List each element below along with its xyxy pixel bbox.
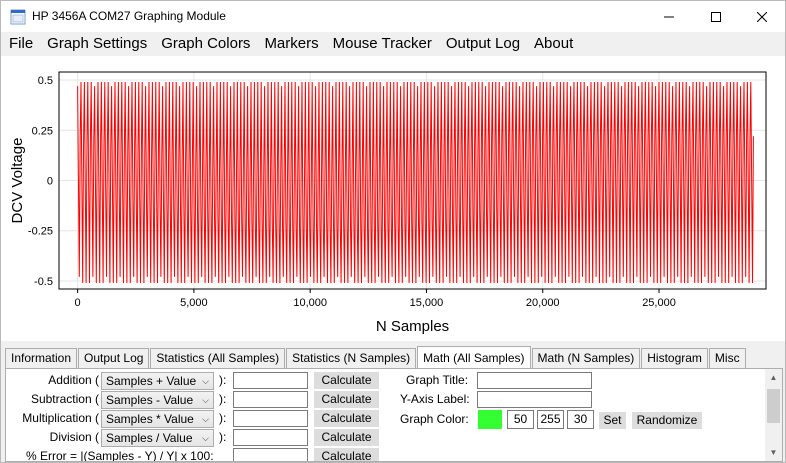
window-title: HP 3456A COM27 Graphing Module [32, 9, 226, 23]
title-bar: HP 3456A COM27 Graphing Module [1, 1, 785, 32]
division-label: Division ( [49, 430, 99, 444]
menu-graph-colors[interactable]: Graph Colors [156, 32, 255, 56]
multiplication-value-input[interactable] [233, 410, 308, 427]
graph-color-swatch[interactable] [478, 410, 502, 429]
menu-file[interactable]: File [4, 32, 38, 56]
menu-mouse-tracker[interactable]: Mouse Tracker [328, 32, 437, 56]
addition-combo-value: Samples + Value [106, 374, 197, 388]
multiplication-calculate-button[interactable]: Calculate [314, 410, 379, 427]
percent-error-calculate-button[interactable]: Calculate [314, 448, 379, 461]
x-tick-label: 15,000 [410, 297, 444, 309]
addition-combo[interactable]: Samples + Value ⌵ [101, 372, 214, 390]
subtraction-value-input[interactable] [233, 391, 308, 408]
subtraction-combo[interactable]: Samples - Value ⌵ [101, 391, 214, 409]
multiplication-label: Multiplication ( [22, 411, 99, 425]
menu-markers[interactable]: Markers [259, 32, 323, 56]
red-value-input[interactable]: 50 [507, 410, 534, 429]
scroll-down-icon[interactable]: ▼ [765, 444, 782, 461]
x-tick-label: 5,000 [180, 297, 208, 309]
tab-strip: Information Output Log Statistics (All S… [5, 346, 747, 369]
tab-histogram[interactable]: Histogram [641, 348, 708, 368]
minimize-icon [664, 16, 674, 17]
graph-title-label: Graph Title: [406, 373, 469, 387]
y-tick-label: 0.5 [38, 75, 53, 87]
subtraction-label: Subtraction ( [30, 392, 99, 406]
tab-math-n[interactable]: Math (N Samples) [531, 348, 641, 368]
randomize-color-button[interactable]: Randomize [632, 412, 702, 429]
tab-math-all[interactable]: Math (All Samples) [417, 346, 531, 369]
multiplication-close-paren: ): [219, 411, 227, 425]
multiplication-combo-value: Samples * Value [106, 412, 194, 426]
tab-information[interactable]: Information [5, 348, 78, 368]
green-value-input[interactable]: 255 [537, 410, 564, 429]
tab-output-log[interactable]: Output Log [78, 348, 150, 368]
x-axis-label: N Samples [376, 318, 449, 335]
app-icon [10, 9, 26, 25]
menu-output-log[interactable]: Output Log [441, 32, 525, 56]
addition-close-paren: ): [219, 373, 227, 387]
blue-value-input[interactable]: 30 [567, 410, 594, 429]
close-button[interactable] [739, 1, 785, 32]
line-chart[interactable]: 0.5 0.25 0 -0.25 -0.5 0 5,000 10,000 15,000 20,00… [1, 56, 785, 341]
addition-label: Addition ( [48, 373, 99, 387]
x-tick-label: 10,000 [293, 297, 327, 309]
y-tick-label: -0.25 [28, 226, 53, 238]
scroll-up-icon[interactable]: ▲ [765, 369, 782, 386]
graph-color-label: Graph Color: [400, 412, 469, 426]
y-axis-label-label: Y-Axis Label: [400, 392, 470, 406]
y-axis-label-input[interactable] [477, 391, 592, 408]
plot-area[interactable]: 0.5 0.25 0 -0.25 -0.5 0 5,000 10,000 15,000 20,00… [1, 56, 785, 341]
chevron-down-icon: ⌵ [202, 414, 209, 424]
minimize-button[interactable] [646, 1, 692, 32]
chevron-down-icon: ⌵ [202, 433, 209, 443]
tab-misc[interactable]: Misc [708, 348, 746, 368]
y-tick-label: -0.5 [34, 276, 53, 288]
graph-title-input[interactable] [477, 372, 592, 389]
tab-statistics-all[interactable]: Statistics (All Samples) [150, 348, 286, 368]
x-tick-label: 25,000 [642, 297, 676, 309]
x-tick-label: 0 [75, 297, 81, 309]
division-close-paren: ): [219, 430, 227, 444]
chevron-down-icon: ⌵ [202, 376, 209, 386]
x-tick-label: 20,000 [526, 297, 560, 309]
y-axis-label: DCV Voltage [9, 138, 26, 224]
division-combo[interactable]: Samples / Value ⌵ [101, 429, 214, 447]
subtraction-calculate-button[interactable]: Calculate [314, 391, 379, 408]
division-value-input[interactable] [233, 429, 308, 446]
panel-scrollbar[interactable]: ▲ ▼ [765, 369, 782, 461]
math-panel: Addition ( Samples + Value ⌵ ): Calculat… [5, 368, 783, 462]
subtraction-combo-value: Samples - Value [106, 393, 194, 407]
menu-graph-settings[interactable]: Graph Settings [42, 32, 152, 56]
percent-error-label: % Error = |(Samples - Y) / Y| x 100: [26, 449, 214, 462]
close-icon [757, 11, 767, 22]
scroll-thumb[interactable] [767, 389, 780, 423]
percent-error-input[interactable] [233, 448, 308, 461]
menu-bar: File Graph Settings Graph Colors Markers… [1, 32, 785, 56]
multiplication-combo[interactable]: Samples * Value ⌵ [101, 410, 214, 428]
maximize-icon [711, 11, 721, 22]
maximize-button[interactable] [693, 1, 739, 32]
set-color-button[interactable]: Set [599, 412, 626, 429]
addition-value-input[interactable] [233, 372, 308, 389]
tab-statistics-n[interactable]: Statistics (N Samples) [286, 348, 417, 368]
signal-series-line [77, 81, 754, 284]
subtraction-close-paren: ): [219, 392, 227, 406]
division-combo-value: Samples / Value [106, 431, 193, 445]
division-calculate-button[interactable]: Calculate [314, 429, 379, 446]
y-tick-label: 0 [47, 176, 53, 188]
menu-about[interactable]: About [529, 32, 578, 56]
chevron-down-icon: ⌵ [202, 395, 209, 405]
addition-calculate-button[interactable]: Calculate [314, 372, 379, 389]
app-window: HP 3456A COM27 Graphing Module File Grap… [0, 0, 786, 463]
y-tick-label: 0.25 [32, 125, 53, 137]
